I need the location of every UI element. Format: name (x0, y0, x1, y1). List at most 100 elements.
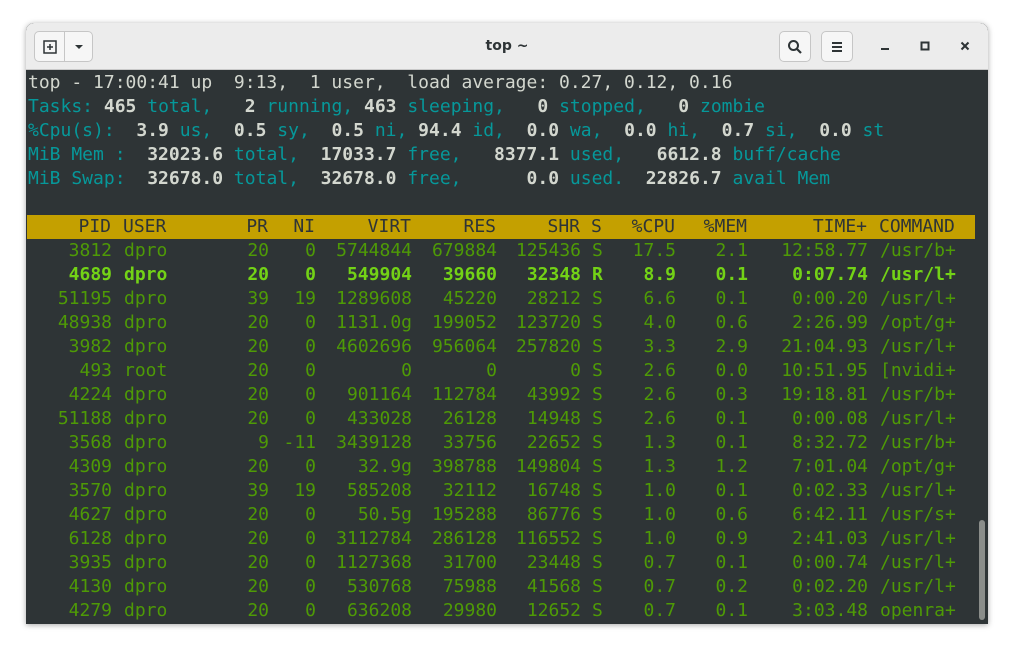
cell-time: 19:18.81 (781, 384, 868, 405)
cell-virt: 901164 (346, 384, 412, 405)
cell-user: dpro (124, 504, 168, 525)
cell-time: 12:58.77 (781, 240, 868, 261)
cell-res: 398788 (431, 456, 497, 477)
cell-shr: 149804 (515, 456, 581, 477)
minimize-button[interactable] (874, 35, 896, 57)
cell-shr: 28212 (526, 288, 581, 309)
scrollbar[interactable] (976, 70, 988, 624)
cell-state: S (592, 432, 603, 453)
maximize-button[interactable] (914, 35, 936, 57)
menu-button[interactable] (821, 31, 853, 62)
cell-pid: 51188 (57, 408, 112, 429)
cell-mem: 0.6 (715, 312, 748, 333)
cell-time: 0:00.74 (792, 552, 868, 573)
cpu-si: 0.7 (699, 120, 755, 141)
cell-command: /usr/s+ (880, 504, 956, 525)
header-user: USER (123, 216, 167, 237)
cell-res: 199052 (431, 312, 497, 333)
cell-state: S (592, 576, 603, 597)
cell-user: dpro (124, 480, 168, 501)
new-tab-button[interactable] (34, 31, 65, 62)
cell-virt: 636208 (346, 600, 412, 621)
title-bar[interactable]: top ~ (26, 23, 988, 70)
cell-res: 112784 (431, 384, 497, 405)
cell-pid: 48938 (57, 312, 112, 333)
cell-shr: 14948 (526, 408, 581, 429)
cell-pr: 20 (247, 408, 269, 429)
header-pr: PR (246, 216, 268, 237)
cell-pid: 493 (79, 360, 112, 381)
tasks-running-label: running, (255, 96, 354, 117)
cell-user: dpro (124, 528, 168, 549)
close-button[interactable] (954, 35, 976, 57)
cell-time: 2:41.03 (792, 528, 868, 549)
terminal-output[interactable]: top - 17:00:41 up 9:13, 1 user, load ave… (26, 70, 976, 624)
cell-state: S (592, 528, 603, 549)
cell-pid: 4689 (68, 264, 112, 285)
cell-command: /usr/l+ (880, 576, 956, 597)
cell-command: /usr/l+ (880, 336, 956, 357)
cell-pr: 39 (247, 480, 269, 501)
cell-pid: 3570 (68, 480, 112, 501)
cell-shr: 123720 (515, 312, 581, 333)
cell-ni: 19 (294, 480, 316, 501)
cell-ni: 0 (305, 504, 316, 525)
cell-mem: 0.0 (715, 360, 748, 381)
cell-pid: 3812 (68, 240, 112, 261)
header-res: RES (463, 216, 496, 237)
cell-res: 679884 (431, 240, 497, 261)
search-button[interactable] (779, 31, 811, 62)
tab-options-dropdown[interactable] (64, 31, 93, 62)
cell-mem: 2.1 (715, 240, 748, 261)
cell-virt: 1131.0g (336, 312, 412, 333)
cpu-label: %Cpu(s): (28, 120, 115, 141)
cell-command: /usr/b+ (880, 384, 956, 405)
cpu-line: %Cpu(s): 3.9 us, 0.5 sy, 0.5 ni, 94.4 id… (28, 119, 884, 143)
new-tab-icon (42, 39, 57, 54)
cell-command: /usr/l+ (880, 288, 956, 309)
cell-mem: 0.2 (715, 576, 748, 597)
cell-pr: 20 (247, 552, 269, 573)
cpu-wa: 0.0 (504, 120, 560, 141)
cell-shr: 32348 (526, 264, 581, 285)
tasks-sleeping: 463 (353, 96, 397, 117)
cell-virt: 549904 (346, 264, 412, 285)
cpu-hi-label: hi, (656, 120, 700, 141)
cpu-hi: 0.0 (602, 120, 657, 141)
cell-time: 2:26.99 (792, 312, 868, 333)
swap-avail-label: avail Mem (721, 168, 831, 189)
cell-res: 39660 (442, 264, 497, 285)
mem-line: MiB Mem : 32023.6 total, 17033.7 free, 8… (28, 143, 841, 167)
cell-ni: 19 (294, 288, 316, 309)
cell-cpu: 8.9 (643, 264, 676, 285)
cpu-sy: 0.5 (212, 120, 267, 141)
cell-command: /usr/l+ (880, 552, 956, 573)
tasks-total-label: total, (136, 96, 213, 117)
cell-virt: 433028 (346, 408, 412, 429)
cell-ni: 0 (305, 576, 316, 597)
cell-shr: 23448 (526, 552, 581, 573)
cpu-id-label: id, (461, 120, 505, 141)
cell-cpu: 0.7 (643, 552, 676, 573)
cell-virt: 1289608 (336, 288, 412, 309)
cell-cpu: 2.6 (643, 360, 676, 381)
cell-command: /opt/g+ (880, 312, 956, 333)
cell-state: S (592, 288, 603, 309)
cell-pr: 20 (247, 264, 269, 285)
cell-user: dpro (124, 288, 168, 309)
cell-cpu: 1.3 (643, 456, 676, 477)
cell-pid: 4627 (68, 504, 112, 525)
cell-pid: 4279 (68, 600, 112, 621)
scrollbar-thumb[interactable] (979, 520, 985, 620)
cell-shr: 12652 (526, 600, 581, 621)
cell-pid: 4224 (68, 384, 112, 405)
cell-ni: -11 (283, 432, 316, 453)
cell-mem: 1.2 (715, 456, 748, 477)
cell-pid: 3935 (68, 552, 112, 573)
mem-used: 8377.1 (461, 144, 560, 165)
cell-res: 286128 (431, 528, 497, 549)
cell-state: S (592, 360, 603, 381)
hamburger-menu-icon (832, 41, 842, 52)
cell-shr: 257820 (515, 336, 581, 357)
cell-ni: 0 (305, 528, 316, 549)
